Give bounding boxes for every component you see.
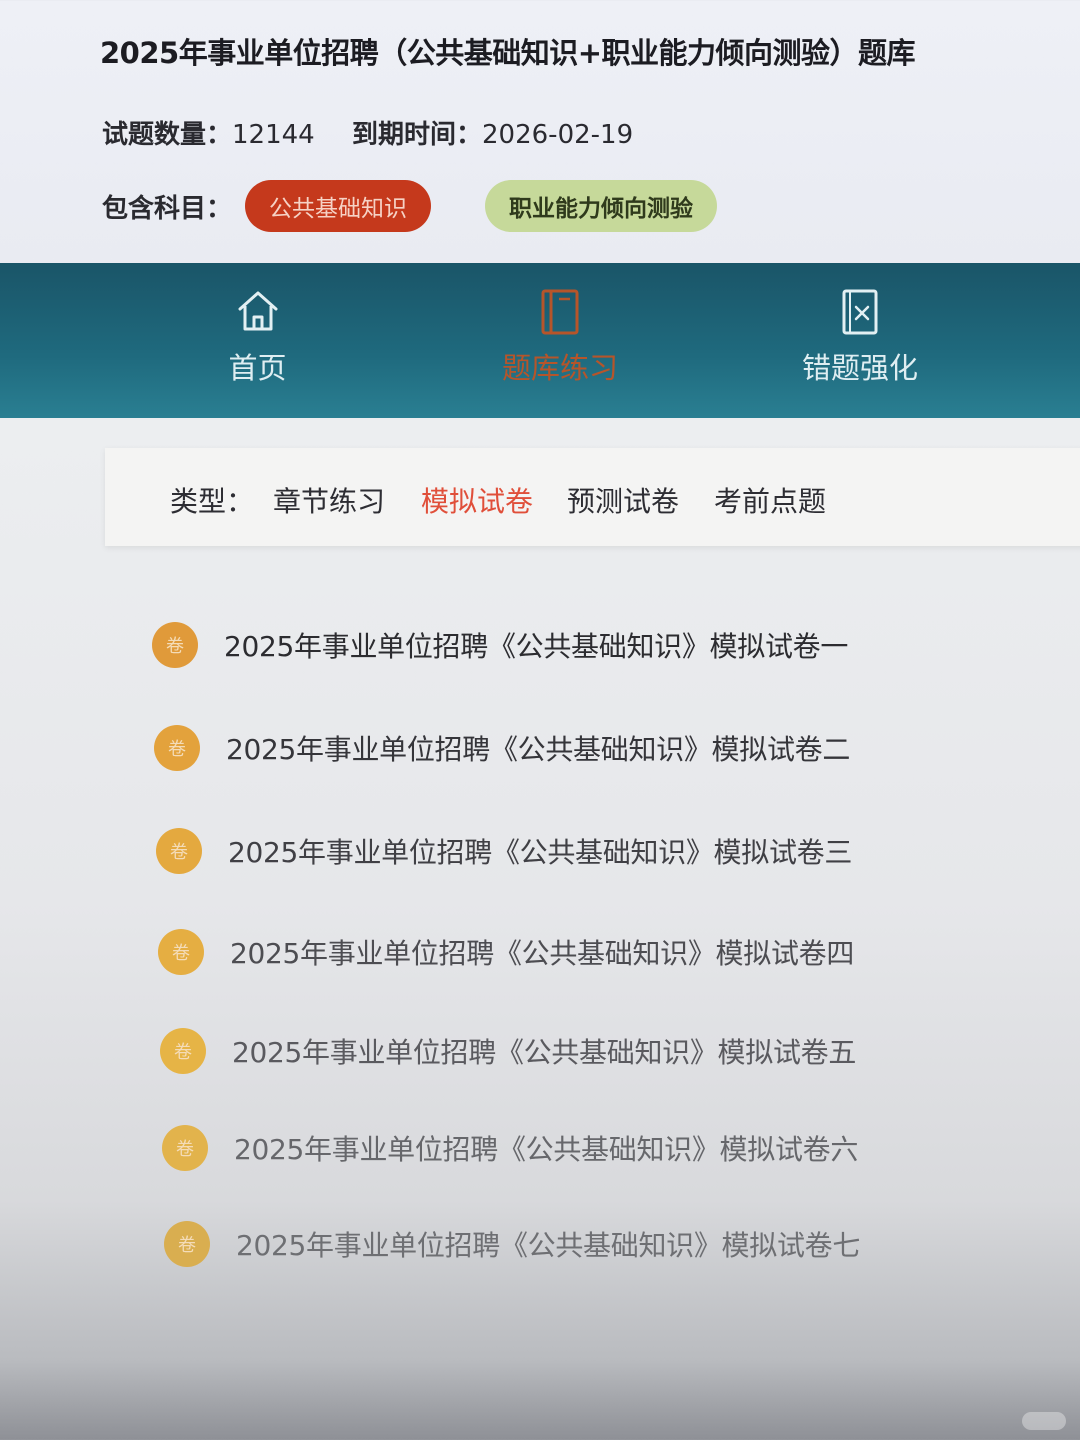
exam-title: 2025年事业单位招聘《公共基础知识》模拟试卷一 [224,630,849,663]
exam-badge: 卷 [160,1028,206,1074]
subject-chip-aptitude-test[interactable]: 职业能力倾向测验 [485,180,717,232]
subject-chip-public-knowledge[interactable]: 公共基础知识 [245,180,431,232]
list-item[interactable]: 卷 2025年事业单位招聘《公共基础知识》模拟试卷一 [152,615,848,675]
question-count: 试题数量：12144 [102,114,315,151]
nav-question-bank[interactable]: 题库练习 [485,263,635,418]
exam-badge: 卷 [164,1221,210,1267]
expiry-label: 到期时间： [352,120,483,150]
exam-title: 2025年事业单位招聘《公共基础知识》模拟试卷七 [236,1229,861,1262]
wrong-question-icon [842,289,878,335]
nav-question-bank-label: 题库练习 [501,351,618,385]
exam-title: 2025年事业单位招聘《公共基础知识》模拟试卷五 [232,1036,857,1069]
expiry-value: 2026-02-19 [482,120,634,150]
nav-wrong-questions-label: 错题强化 [801,351,918,385]
nav-home[interactable]: 首页 [190,263,325,418]
exam-badge: 卷 [156,828,202,874]
exam-title: 2025年事业单位招聘《公共基础知识》模拟试卷六 [234,1133,859,1166]
main-nav: 首页 题库练习 错题强化 [0,263,1080,418]
list-item[interactable]: 卷 2025年事业单位招聘《公共基础知识》模拟试卷二 [154,718,850,778]
page-title: 2025年事业单位招聘（公共基础知识+职业能力倾向测验）题库 [100,36,916,70]
filter-chapter-practice[interactable]: 章节练习 [273,480,385,520]
filter-prediction-exam[interactable]: 预测试卷 [567,480,679,520]
question-count-label: 试题数量： [102,120,233,150]
filter-pre-exam-tips[interactable]: 考前点题 [714,480,826,520]
bank-header: 2025年事业单位招聘（公共基础知识+职业能力倾向测验）题库 试题数量：1214… [0,0,1080,265]
exam-title: 2025年事业单位招聘《公共基础知识》模拟试卷二 [226,733,851,766]
watermark-badge [1022,1412,1066,1430]
exam-badge: 卷 [152,622,198,668]
filter-mock-exam[interactable]: 模拟试卷 [421,480,533,520]
nav-wrong-questions[interactable]: 错题强化 [790,263,930,418]
home-icon [238,291,277,331]
list-item[interactable]: 卷 2025年事业单位招聘《公共基础知识》模拟试卷五 [160,1021,856,1081]
list-item[interactable]: 卷 2025年事业单位招聘《公共基础知识》模拟试卷四 [158,922,854,982]
exam-badge: 卷 [162,1125,208,1171]
subjects-label: 包含科目： [102,194,233,224]
nav-home-label: 首页 [228,351,287,385]
exam-badge: 卷 [154,725,200,771]
list-item[interactable]: 卷 2025年事业单位招聘《公共基础知识》模拟试卷六 [162,1118,858,1178]
exam-title: 2025年事业单位招聘《公共基础知识》模拟试卷三 [228,836,853,869]
type-filter-label: 类型： [170,485,255,518]
exam-title: 2025年事业单位招聘《公共基础知识》模拟试卷四 [230,937,855,970]
exam-badge: 卷 [158,929,204,975]
expiry-date: 到期时间：2026-02-19 [352,114,633,151]
question-count-value: 12144 [232,120,315,150]
list-item[interactable]: 卷 2025年事业单位招聘《公共基础知识》模拟试卷七 [164,1214,860,1274]
book-icon [541,289,579,335]
list-item[interactable]: 卷 2025年事业单位招聘《公共基础知识》模拟试卷三 [156,821,852,881]
